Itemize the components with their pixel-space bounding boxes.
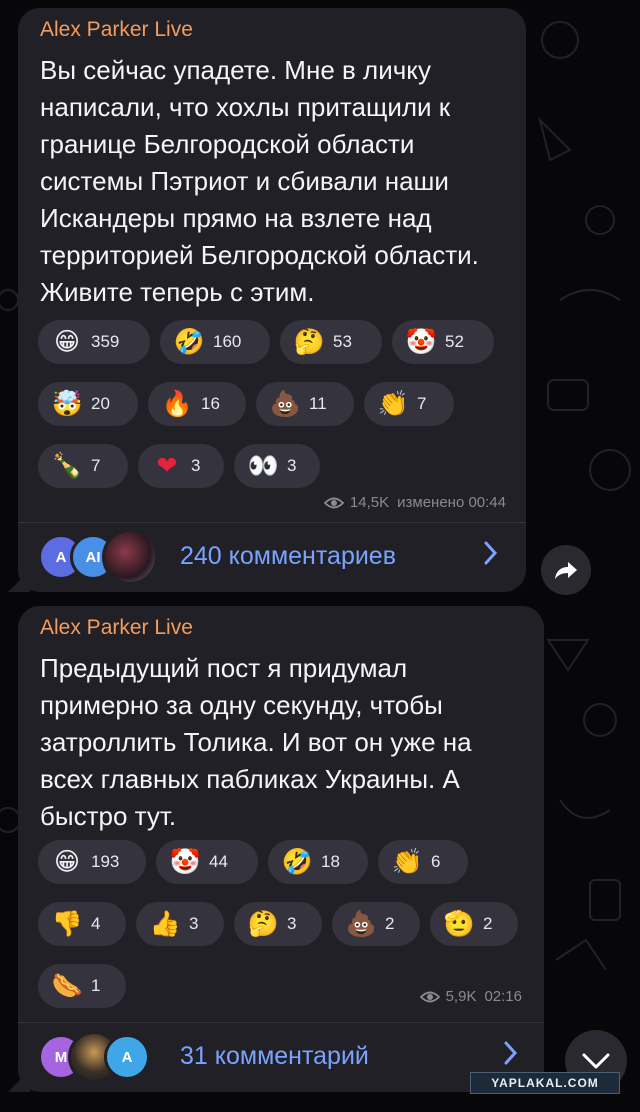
avatar [102,529,158,585]
reaction-count: 1 [91,976,101,995]
reaction-chip[interactable]: 😁 193 [38,840,146,884]
eye-icon [323,497,344,508]
clown-face-icon: 🤡 [405,328,437,356]
reaction-count: 16 [201,394,220,413]
message-text: Вы сейчас упадете. Мне в личку написали,… [40,55,479,307]
reaction-chip[interactable]: 🍾 7 [38,444,128,488]
thumbs-down-icon: 👎 [51,910,83,938]
site-watermark: YAPLAKAL.COM [470,1072,620,1094]
reaction-chip[interactable]: 👏 6 [378,840,468,884]
reaction-count: 7 [417,394,427,413]
reaction-count: 11 [309,394,327,413]
reaction-chip[interactable]: 🤡 52 [392,320,494,364]
reaction-chip[interactable]: 🤔 3 [234,902,322,946]
pointing-hand-icon: 🫡 [443,910,475,938]
chevron-right-icon [484,541,498,565]
reaction-count: 53 [333,332,352,351]
post-time: 02:16 [484,988,522,1005]
channel-name[interactable]: Alex Parker Live [40,18,193,42]
heart-icon: ❤ [156,452,178,480]
reaction-count: 2 [483,914,493,933]
divider [18,522,526,523]
reaction-chip[interactable]: 🤯 20 [38,382,138,426]
divider [18,1022,544,1023]
avatar: A [104,1034,150,1080]
reaction-chip[interactable]: 💩 2 [332,902,420,946]
exploding-head-icon: 🤯 [51,390,83,418]
edited-time: изменено 00:44 [397,494,506,511]
reaction-count: 3 [189,914,199,933]
reaction-count: 2 [385,914,395,933]
poop-icon: 💩 [269,390,301,418]
message-bubble[interactable]: Alex Parker Live Предыдущий пост я приду… [8,606,544,1092]
share-arrow-icon [555,562,577,579]
reaction-count: 18 [321,852,340,871]
reaction-chip[interactable]: ❤ 3 [138,444,224,488]
view-count: 5,9K [445,988,477,1005]
reactions-bar: 😁 193 🤡 44 🤣 18 👏 6 👎 4 👍 3 🤔 3 💩 2 🫡 2 … [38,840,518,1010]
reaction-chip[interactable]: 🔥 16 [148,382,246,426]
commenter-avatars: A AI [38,529,168,585]
reaction-count: 52 [445,332,464,351]
comments-label: 31 комментарий [180,1042,369,1070]
eye-icon [419,991,440,1002]
channel-name[interactable]: Alex Parker Live [40,616,193,640]
reaction-count: 44 [209,852,228,871]
chevron-down-icon [582,1053,610,1069]
fire-icon: 🔥 [161,390,193,418]
chevron-right-icon [504,1041,518,1065]
comments-button[interactable]: M A 31 комментарий [18,1024,544,1090]
hotdog-icon: 🌭 [51,972,83,1000]
champagne-icon: 🍾 [51,452,83,480]
reaction-count: 193 [91,852,120,871]
reaction-count: 160 [213,332,242,351]
grinning-face-icon: 😁 [53,328,81,356]
rofl-face-icon: 🤣 [173,328,205,356]
reaction-chip[interactable]: 🤣 160 [160,320,270,364]
reaction-count: 7 [91,456,101,475]
comments-label: 240 комментариев [180,542,396,570]
message-text: Предыдущий пост я придумал примерно за о… [40,653,472,831]
commenter-avatars: M A [38,1031,168,1083]
grinning-face-icon: 😁 [53,848,81,876]
reaction-chip[interactable]: 👀 3 [234,444,320,488]
reaction-chip[interactable]: 🫡 2 [430,902,518,946]
reaction-chip[interactable]: 👍 3 [136,902,224,946]
reaction-chip[interactable]: 🤣 18 [268,840,368,884]
thinking-face-icon: 🤔 [247,910,279,938]
share-button[interactable] [541,545,591,595]
reaction-chip[interactable]: 🤔 53 [280,320,382,364]
reaction-chip[interactable]: 💩 11 [256,382,354,426]
reactions-bar: 😁 359 🤣 160 🤔 53 🤡 52 🤯 20 🔥 16 💩 11 � [38,320,518,490]
clapping-hands-icon: 👏 [377,390,409,418]
reaction-count: 3 [287,914,297,933]
poop-icon: 💩 [345,910,377,938]
view-count: 14,5K [349,494,390,511]
comments-button[interactable]: A AI 240 комментариев [18,524,526,590]
message-meta: 5,9K 02:16 [419,988,522,1005]
reaction-count: 20 [91,394,110,413]
clapping-hands-icon: 👏 [391,848,423,876]
thumbs-up-icon: 👍 [149,910,181,938]
reaction-chip[interactable]: 👏 7 [364,382,454,426]
reaction-chip[interactable]: 🌭 1 [38,964,126,1008]
reaction-count: 359 [91,332,120,351]
eyes-icon: 👀 [247,452,279,480]
message-bubble[interactable]: Alex Parker Live Вы сейчас упадете. Мне … [8,8,526,592]
reaction-count: 3 [287,456,297,475]
reaction-chip[interactable]: 🤡 44 [156,840,258,884]
reaction-count: 3 [191,456,201,475]
reaction-chip[interactable]: 👎 4 [38,902,126,946]
message-meta: 14,5K изменено 00:44 [323,494,506,511]
reaction-count: 4 [91,914,101,933]
clown-face-icon: 🤡 [169,848,201,876]
reaction-chip[interactable]: 😁 359 [38,320,150,364]
reaction-count: 6 [431,852,441,871]
rofl-face-icon: 🤣 [281,848,313,876]
thinking-face-icon: 🤔 [293,328,325,356]
